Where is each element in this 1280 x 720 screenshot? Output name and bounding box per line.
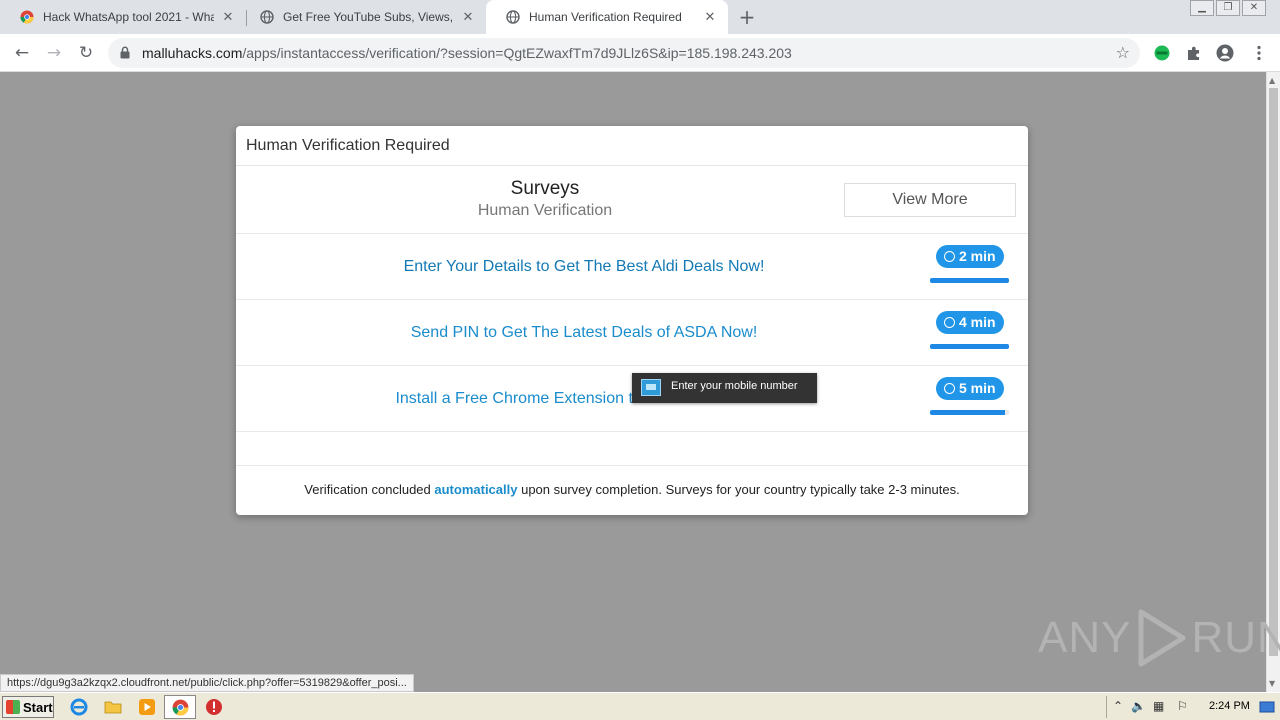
progress-fill [930, 278, 1009, 283]
close-window-button[interactable]: ✕ [1242, 0, 1266, 16]
volume-icon[interactable]: 🔈 [1131, 699, 1146, 713]
note-emphasis: automatically [434, 482, 518, 497]
stop-sign-icon[interactable] [205, 698, 223, 716]
taskbar-chrome-button[interactable] [164, 695, 196, 719]
watermark-text: RUN [1191, 613, 1280, 662]
windows-logo-icon [6, 700, 20, 714]
offer-row[interactable]: Send PIN to Get The Latest Deals of ASDA… [236, 300, 1028, 366]
tooltip-text: Enter your mobile number [671, 380, 798, 392]
minimize-button[interactable]: ▁ [1190, 0, 1214, 16]
forward-button[interactable]: → [42, 41, 66, 65]
tab-youtube[interactable]: Get Free YouTube Subs, Views, Like ✕ [240, 0, 486, 34]
verification-modal: Human Verification Required Surveys Huma… [236, 126, 1028, 515]
tab-human-verification[interactable]: Human Verification Required ✕ [486, 0, 728, 34]
window-controls: ▁ ❐ ✕ [1188, 0, 1266, 16]
action-center-flag-icon[interactable]: ⚐ [1177, 699, 1188, 713]
close-icon[interactable]: ✕ [702, 9, 718, 25]
empty-row [236, 432, 1028, 466]
time-label: 5 min [959, 380, 996, 396]
scroll-up-icon[interactable]: ▲ [1269, 76, 1275, 85]
watermark-text: ANY [1038, 613, 1132, 662]
anyrun-watermark: ANY RUN [1038, 608, 1280, 668]
clock-icon [944, 383, 955, 394]
menu-dots-icon[interactable] [1250, 44, 1268, 62]
status-bar-url: https://dgu9g3a2kzqx2.cloudfront.net/pub… [0, 674, 414, 692]
show-desktop-icon[interactable] [1259, 699, 1275, 715]
chrome-icon [172, 699, 189, 716]
time-label: 2 min [959, 248, 996, 264]
view-more-button[interactable]: View More [844, 183, 1016, 217]
progress-fill [930, 410, 1006, 415]
extension-green-icon[interactable] [1153, 44, 1171, 62]
browser-toolbar: ← → ↻ malluhacks.com/apps/instantaccess/… [0, 34, 1280, 72]
profile-icon[interactable] [1216, 44, 1234, 62]
progress-bar [930, 278, 1009, 283]
offer-link[interactable]: Enter Your Details to Get The Best Aldi … [236, 258, 932, 276]
surveys-title: Surveys [510, 178, 580, 199]
folder-icon[interactable] [104, 698, 122, 716]
time-badge: 4 min [936, 311, 1004, 334]
clock-icon [944, 251, 955, 262]
note-text: upon survey completion. Surveys for your… [517, 482, 960, 497]
close-icon[interactable]: ✕ [220, 9, 236, 25]
time-label: 4 min [959, 314, 996, 330]
time-badge: 2 min [936, 245, 1004, 268]
new-tab-button[interactable]: + [736, 7, 758, 29]
clock-icon [944, 317, 955, 328]
address-bar[interactable]: malluhacks.com/apps/instantaccess/verifi… [108, 38, 1140, 68]
progress-fill [930, 344, 1009, 349]
offer-link[interactable]: Install a Free Chrome Extension to Your … [236, 390, 932, 408]
tab-title: Get Free YouTube Subs, Views, Like [283, 10, 454, 24]
reload-button[interactable]: ↻ [74, 41, 98, 65]
network-icon[interactable]: ▦ [1153, 699, 1164, 713]
media-player-icon[interactable] [138, 698, 156, 716]
system-tray: ⌃ 🔈 ▦ ⚐ 2:24 PM [1106, 696, 1280, 718]
progress-bar [930, 344, 1009, 349]
offer-link[interactable]: Send PIN to Get The Latest Deals of ASDA… [236, 324, 932, 342]
note-text: Verification concluded [304, 482, 435, 497]
scroll-down-icon[interactable]: ▼ [1269, 679, 1275, 688]
phone-screen-icon [641, 379, 661, 396]
url-path: /apps/instantaccess/verification/?sessio… [242, 45, 792, 61]
internet-explorer-icon[interactable] [70, 698, 88, 716]
url-text: malluhacks.com/apps/instantaccess/verifi… [142, 45, 792, 61]
start-button[interactable]: Start [2, 696, 54, 718]
lock-icon [120, 46, 130, 59]
tooltip: Enter your mobile number [632, 373, 817, 403]
globe-icon [506, 10, 520, 24]
surveys-subtitle: Human Verification [477, 202, 613, 219]
show-hidden-icon[interactable]: ⌃ [1113, 699, 1123, 713]
restore-button[interactable]: ❐ [1216, 0, 1240, 16]
verification-note: Verification concluded automatically upo… [236, 466, 1028, 512]
chrome-icon [20, 10, 34, 24]
tab-strip: Hack WhatsApp tool 2021 - Whatsap ✕ Get … [0, 0, 1280, 34]
time-badge: 5 min [936, 377, 1004, 400]
url-host: malluhacks.com [142, 45, 243, 61]
start-label: Start [23, 699, 53, 715]
tab-title: Hack WhatsApp tool 2021 - Whatsap [43, 10, 214, 24]
tab-whatsapp[interactable]: Hack WhatsApp tool 2021 - Whatsap ✕ [0, 0, 246, 34]
tab-title: Human Verification Required [529, 10, 682, 24]
offer-row[interactable]: Enter Your Details to Get The Best Aldi … [236, 234, 1028, 300]
puzzle-icon[interactable] [1185, 44, 1203, 62]
back-button[interactable]: ← [10, 41, 34, 65]
globe-icon [260, 10, 274, 24]
taskbar: Start ⌃ 🔈 ▦ ⚐ 2:24 PM [0, 692, 1280, 720]
bookmark-star-icon[interactable]: ☆ [1116, 43, 1130, 62]
progress-bar [930, 410, 1009, 415]
scroll-thumb[interactable] [1269, 88, 1278, 656]
modal-title: Human Verification Required [236, 126, 1028, 166]
close-icon[interactable]: ✕ [460, 9, 476, 25]
play-logo-icon [1138, 609, 1186, 667]
page-scrollbar[interactable]: ▲ ▼ [1266, 72, 1280, 692]
taskbar-clock[interactable]: 2:24 PM [1209, 700, 1250, 712]
surveys-header: Surveys Human Verification View More [236, 166, 1028, 234]
